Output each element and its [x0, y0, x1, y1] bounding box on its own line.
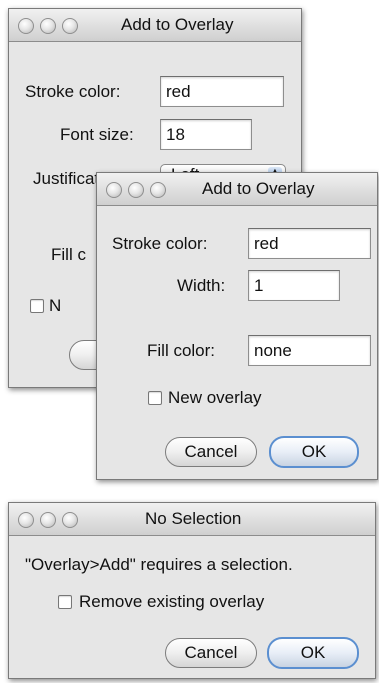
minimize-window-icon[interactable]: [40, 512, 56, 528]
new-overlay-label-partial: N: [49, 296, 62, 315]
ok-button[interactable]: OK: [267, 637, 359, 669]
width-field[interactable]: 1: [248, 270, 340, 301]
dialog-title: Add to Overlay: [121, 15, 234, 34]
font-size-label: Font size:: [60, 125, 134, 144]
title-bar[interactable]: No Selection: [9, 503, 375, 536]
cancel-button-label: Cancel: [184, 643, 238, 662]
ok-button-label: OK: [301, 442, 327, 461]
close-window-icon[interactable]: [106, 182, 122, 198]
cancel-button[interactable]: Cancel: [165, 437, 257, 467]
new-overlay-checkbox-partial[interactable]: [30, 299, 44, 313]
close-window-icon[interactable]: [18, 512, 34, 528]
remove-existing-overlay-label: Remove existing overlay: [79, 592, 265, 611]
fill-color-value: none: [254, 341, 292, 360]
stroke-color-value: red: [166, 82, 191, 101]
stroke-color-value: red: [254, 234, 279, 253]
title-bar[interactable]: Add to Overlay: [97, 173, 377, 206]
font-size-value: 18: [166, 125, 185, 144]
title-bar[interactable]: Add to Overlay: [9, 9, 301, 42]
remove-existing-overlay-checkbox[interactable]: [58, 595, 72, 609]
cancel-button-label: Cancel: [184, 442, 238, 461]
fill-color-field[interactable]: none: [248, 335, 371, 366]
dialog-title: No Selection: [145, 509, 242, 528]
font-size-field[interactable]: 18: [160, 119, 252, 150]
width-label: Width:: [177, 276, 226, 295]
close-window-icon[interactable]: [18, 18, 34, 34]
stroke-color-field[interactable]: red: [160, 76, 284, 107]
fill-color-label-partial: Fill c: [51, 245, 86, 264]
zoom-window-icon[interactable]: [150, 182, 166, 198]
no-selection-dialog: No Selection "Overlay>Add" requires a se…: [8, 502, 376, 679]
fill-color-label: Fill color:: [147, 341, 216, 360]
add-to-overlay-line-dialog: Add to Overlay Stroke color: red Width: …: [96, 172, 378, 480]
cancel-button[interactable]: Cancel: [165, 638, 257, 668]
selection-required-message: "Overlay>Add" requires a selection.: [25, 555, 293, 574]
ok-button-label: OK: [300, 643, 326, 662]
ok-button[interactable]: OK: [269, 436, 359, 468]
stroke-color-label: Stroke color:: [112, 234, 208, 253]
minimize-window-icon[interactable]: [128, 182, 144, 198]
new-overlay-label: New overlay: [168, 388, 262, 407]
dialog-title: Add to Overlay: [202, 179, 315, 198]
width-value: 1: [254, 276, 264, 295]
new-overlay-checkbox[interactable]: [148, 391, 162, 405]
zoom-window-icon[interactable]: [62, 18, 78, 34]
stroke-color-label: Stroke color:: [25, 82, 121, 101]
minimize-window-icon[interactable]: [40, 18, 56, 34]
zoom-window-icon[interactable]: [62, 512, 78, 528]
stroke-color-field[interactable]: red: [248, 228, 371, 259]
